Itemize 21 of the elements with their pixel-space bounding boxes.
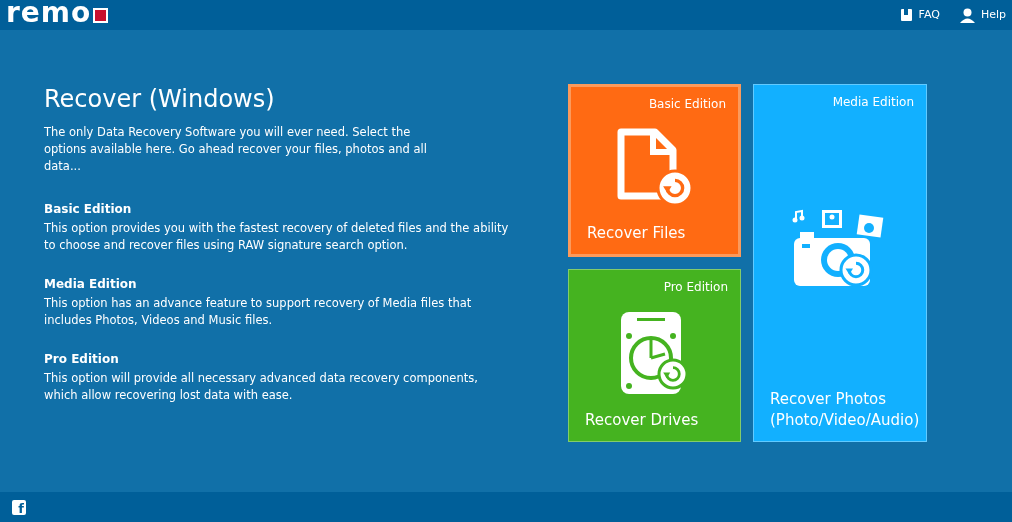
edition-heading: Pro Edition bbox=[44, 351, 120, 368]
tile-title: Recover Files bbox=[587, 223, 687, 244]
tile-title: Recover Drives bbox=[585, 410, 700, 431]
edition-label: Basic Edition bbox=[648, 96, 726, 113]
edition-description: This option provides you with the fastest recovery of deleted files and the ability to choose and recover files using RAW signature search option. bbox=[44, 220, 510, 254]
faq-link[interactable]: FAQ bbox=[899, 6, 940, 24]
intro-text: The only Data Recovery Software you will ever need. Select the options available here. Go ahead recover your files, photos and all data... bbox=[44, 124, 428, 175]
page-title: Recover (Windows) bbox=[44, 84, 276, 114]
tile-title: Recover Photos (Photo/Video/Audio) bbox=[770, 389, 920, 431]
user-icon bbox=[959, 7, 975, 23]
edition-heading: Media Edition bbox=[44, 276, 138, 293]
edition-description: This option has an advance feature to support recovery of Media files that includes Photos, Videos and Music files. bbox=[44, 295, 473, 329]
edition-label: Media Edition bbox=[832, 94, 914, 111]
edition-label: Pro Edition bbox=[663, 279, 728, 296]
edition-heading: Basic Edition bbox=[44, 201, 133, 218]
edition-description: This option will provide all necessary advanced data recovery components, which allow recovering lost data with ease. bbox=[44, 370, 479, 404]
logo: remo bbox=[6, 0, 92, 27]
facebook-icon[interactable]: f bbox=[12, 499, 26, 515]
logo-square-icon bbox=[93, 7, 109, 23]
book-icon bbox=[899, 8, 913, 22]
help-link[interactable]: Help bbox=[959, 6, 1006, 24]
